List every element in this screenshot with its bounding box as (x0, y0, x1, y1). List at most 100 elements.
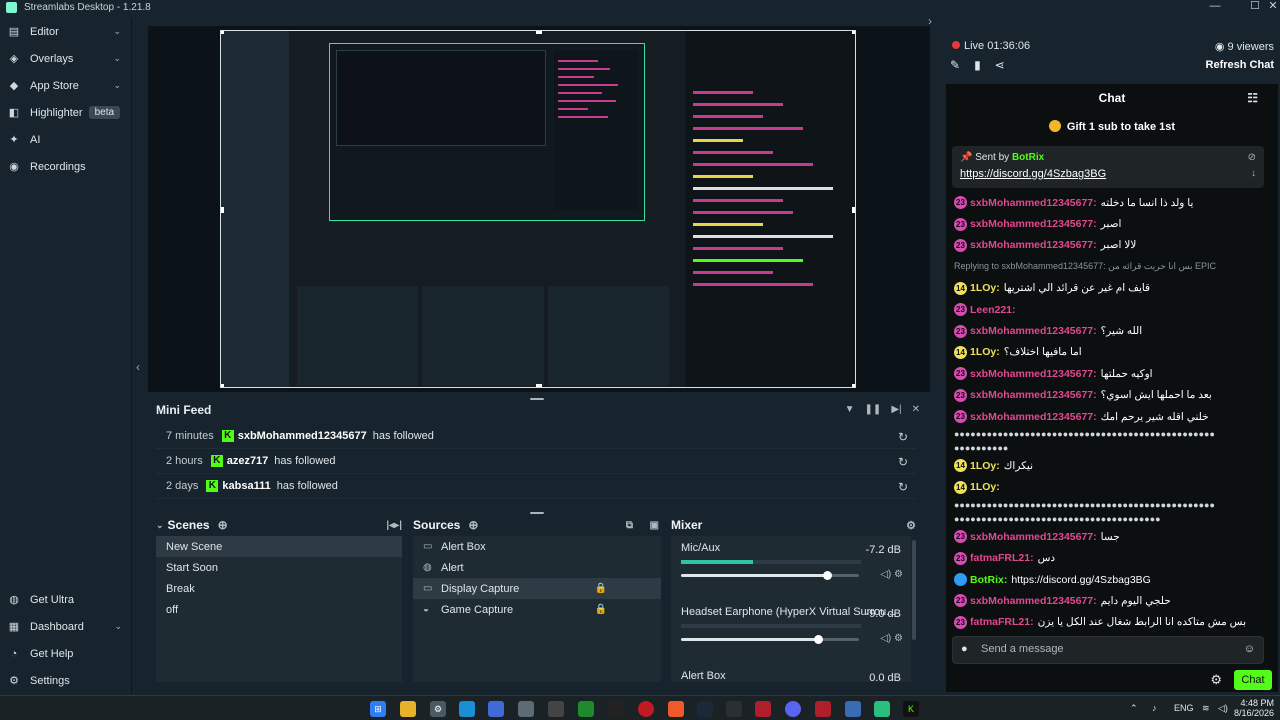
panel-resize-handle[interactable] (530, 512, 544, 514)
discord-icon[interactable] (785, 701, 801, 717)
edge-icon[interactable] (459, 701, 475, 717)
nav-item-app-store[interactable]: ◆ App Store ⌄ (0, 72, 131, 99)
scene-item[interactable]: New Scene (156, 536, 402, 557)
volume-icon[interactable]: ◁) (1218, 703, 1228, 714)
chevron-right-icon[interactable]: › (928, 14, 932, 28)
resize-handle[interactable] (536, 384, 542, 387)
source-item[interactable]: ▭ Display Capture 🔒 (413, 578, 661, 599)
share-icon[interactable]: ⋖ (995, 58, 1005, 72)
nav-item-recordings[interactable]: ◉ Recordings (0, 153, 131, 180)
steam-icon[interactable] (697, 701, 713, 717)
chat-send-button[interactable]: Chat (1234, 670, 1272, 690)
language-indicator[interactable]: ENG (1174, 703, 1194, 713)
chat-username[interactable]: sxbMohammed12345677: (970, 368, 1097, 380)
scene-item[interactable]: Start Soon (156, 557, 402, 578)
notepad-icon[interactable] (548, 701, 564, 717)
slider-knob[interactable] (822, 571, 832, 580)
replay-icon[interactable]: ↻ (898, 455, 908, 469)
source-item[interactable]: ◒ Game Capture 🔒 (413, 599, 661, 620)
xbox-icon[interactable] (578, 701, 594, 717)
scene-transitions-icon[interactable]: |◂▸| (386, 520, 402, 531)
pinned-link[interactable]: https://discord.gg/4Szbag3BG (960, 168, 1106, 180)
nav-item-editor[interactable]: ▤ Editor ⌄ (0, 18, 131, 45)
resize-handle[interactable] (852, 207, 855, 213)
arrow-down-icon[interactable]: ↓ (1251, 168, 1256, 179)
minimize-button[interactable]: — (1204, 0, 1226, 14)
clock[interactable]: 4:48 PM 8/16/2026 (1234, 698, 1274, 718)
nav-item-overlays[interactable]: ◈ Overlays ⌄ (0, 45, 131, 72)
chevron-up-icon[interactable]: ⌃ (1130, 703, 1138, 714)
mute-and-settings-icon[interactable]: ◁) ⚙ (880, 633, 903, 644)
chat-message-input[interactable] (981, 643, 1241, 655)
chat-username[interactable]: sxbMohammed12345677: (970, 197, 1097, 209)
chat-username[interactable]: 1LOy: (970, 481, 1000, 493)
obs-icon[interactable] (608, 701, 624, 717)
chat-username[interactable]: 1LOy: (970, 460, 1000, 472)
smile-icon[interactable]: ● (961, 643, 968, 655)
chevron-left-icon[interactable]: ‹ (136, 360, 140, 374)
app-icon[interactable] (845, 701, 861, 717)
resize-handle[interactable] (536, 31, 542, 34)
brave-icon[interactable] (668, 701, 684, 717)
volume-slider[interactable] (681, 571, 859, 580)
scene-item[interactable]: Break (156, 578, 402, 599)
mute-and-settings-icon[interactable]: ◁) ⚙ (880, 569, 903, 580)
resize-handle[interactable] (221, 207, 224, 213)
display-capture-source[interactable] (220, 30, 856, 388)
nav-item-highlighter[interactable]: ◧ Highlighter beta (0, 99, 131, 126)
chat-username[interactable]: sxbMohammed12345677: (970, 325, 1097, 337)
start-icon[interactable]: ⊞ (370, 701, 386, 717)
slider-knob[interactable] (814, 635, 824, 644)
chat-username[interactable]: fatmaFRL21: (970, 616, 1034, 628)
chat-username[interactable]: 1LOy: (970, 346, 1000, 358)
settings-app-icon[interactable]: ⚙ (430, 701, 446, 717)
hide-icon[interactable]: ⊘ (1248, 152, 1256, 163)
add-scene-icon[interactable]: ⊕ (218, 518, 228, 532)
resize-handle[interactable] (221, 31, 224, 34)
chat-settings-gear-icon[interactable]: ⚙ (1210, 672, 1222, 688)
studio-preview[interactable]: ‹ › (136, 14, 932, 392)
stream-info-icon[interactable]: ▮ (974, 58, 981, 72)
feed-username[interactable]: sxbMohammed12345677 (238, 430, 367, 442)
chat-username[interactable]: sxbMohammed12345677: (970, 595, 1097, 607)
source-settings-icon[interactable]: ⧉ (626, 520, 633, 531)
folder-icon[interactable]: ▣ (650, 520, 659, 531)
resize-handle[interactable] (852, 384, 855, 387)
file-explorer-icon[interactable] (400, 701, 416, 717)
app-icon[interactable] (755, 701, 771, 717)
chat-username[interactable]: 1LOy: (970, 282, 1000, 294)
resize-handle[interactable] (221, 384, 224, 387)
nav-item-settings[interactable]: ⚙ Settings (0, 667, 132, 694)
source-item[interactable]: ▭ Alert Box (413, 536, 661, 557)
emoji-icon[interactable]: ☺ (1244, 643, 1255, 655)
chevron-down-icon[interactable]: ⌄ (156, 520, 164, 531)
nav-item-get-help[interactable]: ◔ Get Help (0, 640, 132, 667)
nav-item-ai[interactable]: ✦ AI (0, 126, 131, 153)
app-icon[interactable] (815, 701, 831, 717)
pause-icon[interactable]: ❚❚ (865, 404, 882, 415)
users-icon[interactable]: ☷ (1247, 84, 1258, 112)
feed-username[interactable]: kabsa111 (222, 480, 270, 492)
edit-stream-icon[interactable]: ✎ (950, 58, 960, 72)
gear-icon[interactable]: ⚙ (906, 519, 916, 532)
volume-slider[interactable] (681, 635, 859, 644)
chat-username[interactable]: Leen221: (970, 304, 1016, 316)
refresh-chat-button[interactable]: Refresh Chat (1206, 59, 1274, 71)
replay-icon[interactable]: ↻ (898, 480, 908, 494)
replay-icon[interactable]: ↻ (898, 430, 908, 444)
opera-icon[interactable] (638, 701, 654, 717)
scene-item[interactable]: off (156, 599, 402, 620)
microphone-icon[interactable]: ♪ (1152, 703, 1157, 713)
lock-icon[interactable]: 🔒 (595, 583, 607, 594)
store-icon[interactable] (488, 701, 504, 717)
wifi-icon[interactable]: ≋ (1202, 703, 1210, 714)
chat-username[interactable]: sxbMohammed12345677: (970, 531, 1097, 543)
close-button[interactable]: ✕ (1262, 0, 1280, 14)
nav-item-get-ultra[interactable]: ◍ Get Ultra (0, 586, 132, 613)
kick-icon[interactable]: K (903, 701, 919, 717)
chat-username[interactable]: BotRix: (970, 574, 1007, 586)
nav-item-dashboard[interactable]: ▦ Dashboard ⌄ (0, 613, 132, 640)
feed-username[interactable]: azez717 (227, 455, 269, 467)
chat-username[interactable]: fatmaFRL21: (970, 552, 1034, 564)
filter-icon[interactable]: ▼ (845, 404, 855, 415)
